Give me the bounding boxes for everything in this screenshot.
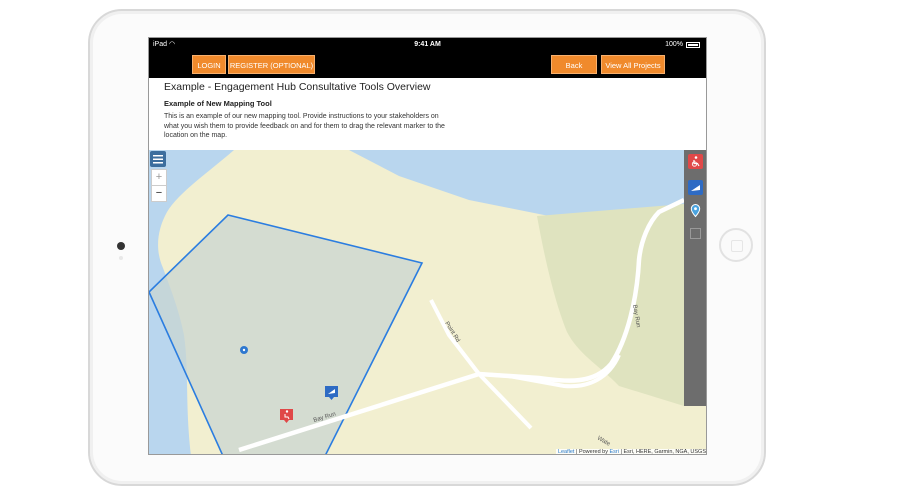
info-pin-marker [240, 346, 248, 354]
marker-toolbox [684, 150, 706, 406]
attribution-sources: | Esri, HERE, Garmin, NGA, USGS [619, 449, 706, 455]
status-time: 9:41 AM [414, 41, 441, 48]
section-subtitle: Example of New Mapping Tool [164, 99, 272, 108]
sign-icon[interactable] [688, 180, 703, 195]
map-menu-button[interactable] [150, 151, 166, 167]
square-icon[interactable] [688, 226, 703, 241]
park-area [537, 204, 684, 406]
map-attribution: Leaflet | Powered by Esri | Esri, HERE, … [555, 449, 706, 455]
road-point-rd [429, 299, 533, 430]
login-button[interactable]: LOGIN [192, 55, 226, 74]
back-button[interactable]: Back [551, 55, 597, 74]
zoom-in-button[interactable]: + [152, 170, 166, 185]
battery-status: 100% [665, 38, 700, 52]
map-layer: Point Rd Bay Run Bay Run Wate [149, 150, 706, 454]
leaflet-link[interactable]: Leaflet [558, 449, 575, 454]
battery-percent: 100% [665, 41, 683, 48]
water-bay [349, 150, 706, 216]
road-label-wate: Wate [596, 436, 612, 448]
battery-icon [686, 42, 700, 48]
view-all-projects-button[interactable]: View All Projects [601, 55, 665, 74]
top-nav: LOGIN REGISTER (OPTIONAL) Back View All … [149, 52, 706, 78]
register-button[interactable]: REGISTER (OPTIONAL) [228, 55, 315, 74]
page-title: Example - Engagement Hub Consultative To… [164, 81, 431, 93]
device-screen: iPad ◠ 9:41 AM 100% LOGIN REGISTER (OPTI… [148, 37, 707, 455]
home-button[interactable] [719, 228, 753, 262]
esri-link[interactable]: Esri [610, 449, 619, 454]
front-camera [117, 242, 125, 250]
zoom-control: + − [151, 169, 167, 202]
camera-sensor [119, 256, 123, 260]
map-pin-icon[interactable] [688, 203, 703, 218]
status-bar: iPad ◠ 9:41 AM 100% [149, 38, 706, 52]
attribution-powered: | Powered by [574, 449, 610, 455]
wheelchair-icon[interactable] [688, 154, 703, 169]
zoom-out-button[interactable]: − [152, 185, 166, 201]
instructions-text: This is an example of our new mapping to… [164, 113, 445, 139]
map-canvas[interactable]: Point Rd Bay Run Bay Run Wate + − Leafle… [149, 150, 706, 455]
page-content: Example - Engagement Hub Consultative To… [149, 78, 706, 150]
hamburger-icon [153, 155, 163, 164]
